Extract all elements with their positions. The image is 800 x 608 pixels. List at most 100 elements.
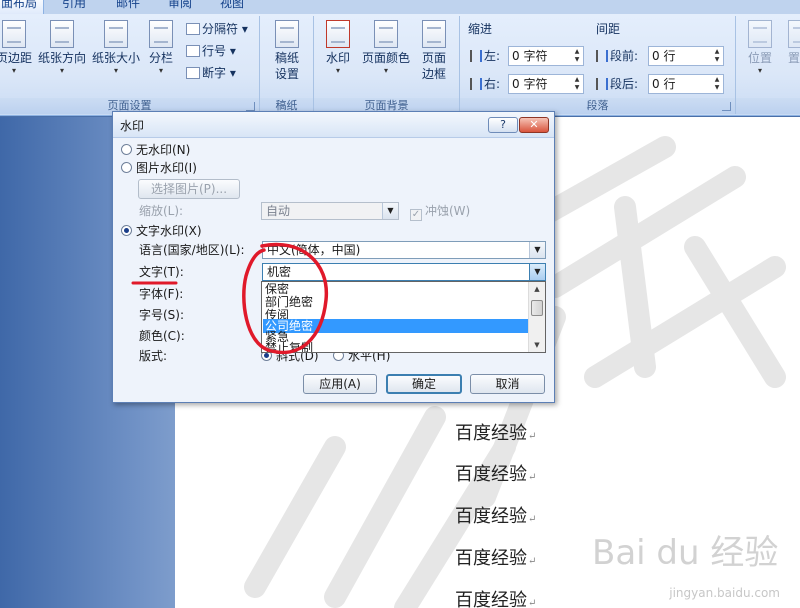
- watermark-icon: [326, 20, 350, 48]
- paragraph-launcher-icon[interactable]: [722, 102, 731, 111]
- margins-button[interactable]: 页边距 ▾: [0, 20, 32, 76]
- text-options-scrollbar[interactable]: ▲ ▼: [528, 282, 545, 352]
- tab-references[interactable]: 引用: [62, 0, 86, 14]
- page-color-button[interactable]: 页面颜色 ▾: [360, 20, 412, 76]
- help-button[interactable]: ?: [488, 117, 518, 133]
- dialog-title: 水印: [120, 119, 145, 133]
- text-option-item[interactable]: 部门绝密: [263, 295, 528, 309]
- page-borders-label-2: 边框: [421, 67, 446, 81]
- wrap-button[interactable]: 置于: [782, 20, 800, 66]
- language-select[interactable]: 中文(简体，中国) ▼: [262, 241, 546, 259]
- layout-label: 版式:: [139, 349, 168, 363]
- columns-button[interactable]: 分栏 ▾: [144, 20, 178, 76]
- text-option-item[interactable]: 保密: [263, 282, 528, 296]
- orientation-icon: [50, 20, 74, 48]
- group-draft: 稿纸 设置 稿纸: [260, 16, 314, 114]
- paper-size-icon: [104, 20, 128, 48]
- spacing-before-input[interactable]: 0 行 ▲ ▼: [648, 46, 724, 66]
- group-arrange: 位置 ▾ 置于: [736, 16, 800, 114]
- ribbon: 页边距 ▾ 纸张方向 ▾ 纸张大小 ▾ 分栏 ▾ 分隔符 ▾ 行号 ▾ 断字 ▾…: [0, 14, 800, 116]
- page-borders-button[interactable]: 页面 边框: [418, 20, 450, 82]
- no-watermark-label: 无水印(N): [136, 143, 191, 157]
- spacing-after-input[interactable]: 0 行 ▲ ▼: [648, 74, 724, 94]
- position-label: 位置: [747, 51, 772, 65]
- line-numbers-button[interactable]: 行号 ▾: [186, 42, 236, 60]
- indent-left-input[interactable]: 0 字符 ▲ ▼: [508, 46, 584, 66]
- text-label: 文字(T):: [139, 265, 184, 279]
- body-text-line: 百度经验↵: [455, 548, 537, 569]
- dialog-title-bar[interactable]: 水印 ? ✕: [113, 112, 554, 138]
- indent-left-icon: [470, 50, 482, 62]
- picture-watermark-option[interactable]: 图片水印(I): [121, 160, 197, 176]
- breaks-button[interactable]: 分隔符 ▾: [186, 20, 248, 38]
- tab-review[interactable]: 审阅: [168, 0, 192, 14]
- washout-option[interactable]: ✓ 冲蚀(W): [410, 203, 470, 221]
- scale-dropdown-arrow-icon: ▼: [382, 203, 398, 219]
- indent-left-label: 左:: [470, 46, 500, 66]
- orientation-button[interactable]: 纸张方向 ▾: [36, 20, 88, 76]
- hyphenation-label: 断字: [202, 66, 227, 80]
- indent-right-label: 右:: [470, 74, 500, 94]
- tab-mailings[interactable]: 邮件: [116, 0, 140, 14]
- scroll-up-icon[interactable]: ▲: [529, 282, 545, 296]
- paper-size-button[interactable]: 纸张大小 ▾: [90, 20, 142, 76]
- text-dropdown-arrow-icon: ▼: [529, 264, 545, 280]
- line-numbers-icon: [186, 45, 200, 57]
- wrap-label: 置于: [787, 51, 800, 65]
- ok-button[interactable]: 确定: [386, 374, 462, 394]
- select-picture-button[interactable]: 选择图片(P)...: [138, 179, 240, 199]
- no-watermark-radio[interactable]: [121, 144, 132, 155]
- tab-page-layout[interactable]: 面布局: [0, 0, 45, 14]
- text-combobox[interactable]: 机密 ▼: [262, 263, 546, 281]
- svg-text:Bai du 经验: Bai du 经验: [592, 533, 778, 573]
- body-text-line: 百度经验↵: [455, 590, 537, 608]
- size-label: 字号(S):: [139, 308, 185, 322]
- text-options-list: 保密 部门绝密 传阅 公司绝密 紧急 禁止复制 ▲ ▼: [261, 281, 546, 353]
- page-setup-launcher-icon[interactable]: [246, 102, 255, 111]
- spacing-before-label: 段前:: [596, 46, 638, 66]
- watermark-label: 水印: [325, 51, 350, 65]
- no-watermark-option[interactable]: 无水印(N): [121, 142, 190, 158]
- apply-button[interactable]: 应用(A): [303, 374, 377, 394]
- scale-select[interactable]: 自动 ▼: [261, 202, 399, 220]
- position-icon: [748, 20, 772, 48]
- text-watermark-radio[interactable]: [121, 225, 132, 236]
- picture-watermark-radio[interactable]: [121, 162, 132, 173]
- position-button[interactable]: 位置 ▾: [742, 20, 778, 76]
- scroll-thumb[interactable]: [531, 300, 543, 316]
- text-watermark-option[interactable]: 文字水印(X): [121, 223, 202, 239]
- close-button[interactable]: ✕: [519, 117, 549, 133]
- tab-view[interactable]: 视图: [220, 0, 244, 14]
- watermark-dialog: 水印 ? ✕ 无水印(N) 图片水印(I) 选择图片(P)... 缩放(L): …: [112, 111, 555, 403]
- cancel-button[interactable]: 取消: [470, 374, 545, 394]
- body-text-line: 百度经验↵: [455, 506, 537, 527]
- hyphenation-button[interactable]: 断字 ▾: [186, 64, 236, 82]
- spacing-after-icon: [596, 78, 608, 90]
- page-color-icon: [374, 20, 398, 48]
- draft-setup-button[interactable]: 稿纸 设置: [266, 20, 308, 82]
- washout-label: 冲蚀(W): [425, 204, 471, 218]
- breaks-icon: [186, 23, 200, 35]
- watermark-button[interactable]: 水印 ▾: [320, 20, 356, 76]
- text-watermark-label: 文字水印(X): [136, 224, 202, 238]
- page-borders-icon: [422, 20, 446, 48]
- site-url-watermark: jingyan.baidu.com: [669, 586, 780, 600]
- indent-title: 缩进: [468, 22, 493, 36]
- spacing-before-icon: [596, 50, 608, 62]
- group-page-setup: 页边距 ▾ 纸张方向 ▾ 纸张大小 ▾ 分栏 ▾ 分隔符 ▾ 行号 ▾ 断字 ▾…: [0, 16, 260, 114]
- indent-right-icon: [470, 78, 482, 90]
- baidu-jingyan-logo: Bai du 经验: [592, 533, 778, 573]
- draft-setup-label-2: 设置: [274, 67, 299, 81]
- washout-checkbox[interactable]: ✓: [410, 209, 422, 221]
- scroll-down-icon[interactable]: ▼: [529, 338, 545, 352]
- wrap-icon: [788, 20, 800, 48]
- hyphenation-icon: [186, 67, 200, 79]
- breaks-label: 分隔符: [202, 22, 239, 36]
- text-option-item[interactable]: 禁止复制: [263, 341, 528, 352]
- columns-label: 分栏: [148, 51, 173, 65]
- indent-right-input[interactable]: 0 字符 ▲ ▼: [508, 74, 584, 94]
- columns-icon: [149, 20, 173, 48]
- group-page-background: 水印 ▾ 页面颜色 ▾ 页面 边框 页面背景: [314, 16, 460, 114]
- draft-paper-icon: [275, 20, 299, 48]
- scale-label: 缩放(L):: [139, 204, 184, 218]
